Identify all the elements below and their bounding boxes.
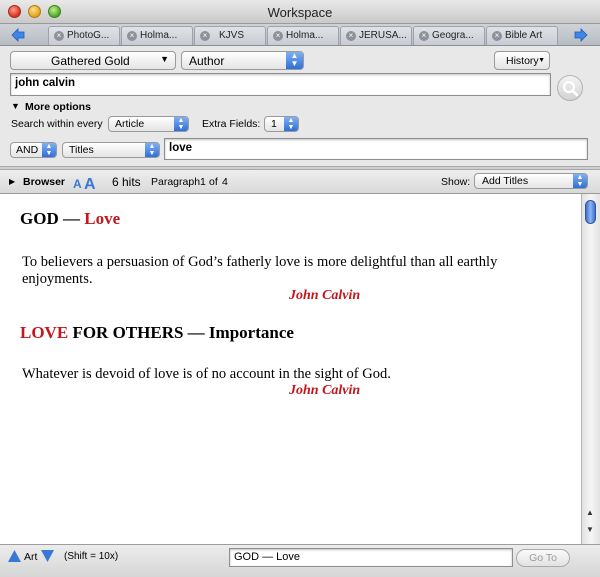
scrollbar-thumb[interactable] — [585, 200, 596, 224]
entry-heading: GOD — Love — [20, 209, 121, 228]
operator-select[interactable]: AND ▲ ▼ — [10, 142, 57, 158]
article-content: GOD — Love To believers a persuasion of … — [0, 194, 581, 544]
tab-jerusalem[interactable]: × JERUSA... — [340, 26, 412, 45]
updown-arrows-icon: ▲ ▼ — [174, 117, 188, 131]
show-select[interactable]: Add Titles ▲ ▼ — [474, 173, 588, 189]
disclosure-triangle-icon[interactable]: ▼ — [11, 101, 20, 111]
tab-close-icon[interactable]: × — [273, 31, 283, 41]
paragraph-current: 1 — [200, 176, 206, 188]
forward-arrow-icon[interactable] — [573, 27, 589, 43]
next-down-arrow-icon[interactable] — [41, 550, 54, 562]
paragraph-of: of — [209, 176, 218, 188]
updown-arrows-icon: ▲ ▼ — [145, 143, 159, 157]
library-select[interactable]: Gathered Gold ▼ — [10, 51, 176, 70]
window-title: Workspace — [267, 5, 333, 20]
tab-close-icon[interactable]: × — [492, 31, 502, 41]
search-within-label: Search within every — [11, 118, 103, 130]
disclosure-triangle-icon[interactable]: ▶ — [9, 177, 15, 186]
tab-holman-1[interactable]: × Holma... — [121, 26, 193, 45]
scroll-up-arrow-icon[interactable]: ▲ — [586, 508, 594, 517]
bottom-bar: Art (Shift = 10x) GOD — Love Go To — [0, 544, 600, 577]
extra-query-input[interactable]: love — [164, 138, 588, 160]
more-options-toggle[interactable]: More options — [25, 101, 91, 113]
font-size-icon[interactable]: A A — [72, 174, 100, 190]
hits-count: 6 hits — [112, 175, 141, 189]
tab-close-icon[interactable]: × — [54, 31, 64, 41]
tab-holman-2[interactable]: × Holma... — [267, 26, 339, 45]
updown-arrows-icon: ▲ ▼ — [284, 117, 298, 131]
tab-bible-art[interactable]: × Bible Art — [486, 26, 558, 45]
entry-text: Whatever is devoid of love is of no acco… — [22, 366, 391, 382]
tab-close-icon[interactable]: × — [127, 31, 137, 41]
tab-close-icon[interactable]: × — [346, 31, 356, 41]
goto-button[interactable]: Go To — [516, 549, 570, 567]
title-bar: Workspace — [0, 0, 600, 24]
tab-close-icon[interactable]: × — [200, 31, 210, 41]
goto-input[interactable]: GOD — Love — [229, 548, 513, 567]
entry-author: John Calvin — [289, 383, 361, 398]
history-button[interactable]: History ▼ — [494, 51, 550, 70]
art-label: Art — [24, 551, 38, 563]
back-arrow-icon[interactable] — [10, 27, 26, 43]
entry-heading: LOVE FOR OTHERS — Importance — [20, 323, 294, 342]
updown-arrows-icon: ▲ ▼ — [286, 52, 303, 69]
updown-arrows-icon: ▲ ▼ — [42, 143, 56, 157]
field-select[interactable]: Author ▲ ▼ — [181, 51, 304, 70]
browser-toggle[interactable]: Browser — [23, 176, 65, 188]
updown-arrows-icon: ▲ ▼ — [573, 174, 587, 188]
svg-text:A: A — [73, 177, 82, 190]
magnifier-icon — [562, 80, 579, 97]
paragraph-total: 4 — [222, 176, 228, 188]
search-within-select[interactable]: Article ▲ ▼ — [108, 116, 189, 132]
previous-up-arrow-icon[interactable] — [8, 550, 21, 562]
tab-kjvs[interactable]: × KJVS — [194, 26, 266, 45]
tab-bar: × PhotoG... × Holma... × KJVS × Holma...… — [0, 24, 600, 46]
search-panel: Gathered Gold ▼ Author ▲ ▼ History ▼ john… — [0, 46, 600, 166]
entry-text: To believers a persuasion of God’s fathe… — [22, 254, 498, 287]
dropdown-caret-icon: ▼ — [160, 54, 169, 64]
extra-fields-select[interactable]: 1 ▲ ▼ — [264, 116, 299, 132]
scroll-down-arrow-icon[interactable]: ▼ — [586, 525, 594, 534]
shift-hint: (Shift = 10x) — [64, 551, 119, 562]
tab-geography[interactable]: × Geogra... — [413, 26, 485, 45]
dropdown-caret-icon: ▼ — [538, 57, 545, 64]
content-scrollbar[interactable]: ▲ ▼ — [581, 194, 600, 544]
tab-photog[interactable]: × PhotoG... — [48, 26, 120, 45]
extra-field-select[interactable]: Titles ▲ ▼ — [62, 142, 160, 158]
search-query-input[interactable]: john calvin — [10, 73, 551, 96]
search-button[interactable] — [557, 75, 583, 101]
paragraph-label: Paragraph — [151, 176, 201, 188]
show-label: Show: — [441, 176, 471, 188]
extra-fields-label: Extra Fields: — [202, 118, 261, 130]
browser-bar: ▶ Browser A A 6 hits Paragraph 1 of 4 Sh… — [0, 170, 600, 194]
tab-close-icon[interactable]: × — [419, 31, 429, 41]
entry-author: John Calvin — [289, 288, 361, 303]
svg-text:A: A — [84, 176, 96, 190]
